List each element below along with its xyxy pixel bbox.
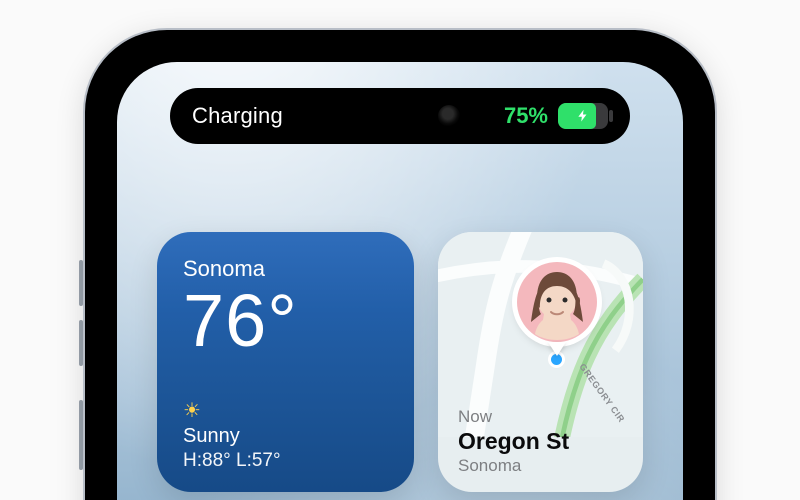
battery-readout: 75%: [504, 103, 608, 129]
weather-widget[interactable]: Sonoma 76° ☀︎ Sunny H:88° L:57°: [157, 232, 414, 492]
avatar: [517, 262, 597, 342]
phone-body: Charging 75% Sonoma 76°: [85, 30, 715, 500]
findmy-place: Oregon St: [458, 428, 569, 455]
contact-pin[interactable]: [517, 262, 597, 365]
weather-condition: Sunny: [183, 425, 281, 448]
memoji-icon: [517, 262, 597, 342]
findmy-time-label: Now: [458, 407, 569, 427]
phone-screen: Charging 75% Sonoma 76°: [117, 62, 683, 500]
front-camera-icon: [438, 105, 460, 127]
findmy-labels: Now Oregon St Sonoma: [458, 407, 569, 476]
charging-bolt-icon: [576, 107, 590, 125]
weather-high-low: H:88° L:57°: [183, 450, 281, 472]
battery-icon: [558, 103, 608, 129]
weather-temperature: 76°: [183, 284, 388, 358]
side-button: [79, 400, 83, 470]
sun-icon: ☀︎: [183, 398, 281, 423]
dynamic-island[interactable]: Charging 75%: [170, 88, 630, 144]
phone-bezel: Charging 75% Sonoma 76°: [93, 38, 707, 500]
side-button: [79, 320, 83, 366]
stage: Charging 75% Sonoma 76°: [0, 0, 800, 500]
side-button: [79, 260, 83, 306]
findmy-locality: Sonoma: [458, 456, 569, 476]
widgets-row: Sonoma 76° ☀︎ Sunny H:88° L:57°: [157, 232, 643, 492]
charging-label: Charging: [192, 103, 283, 129]
battery-percent: 75%: [504, 103, 548, 129]
findmy-widget[interactable]: GREGORY CIR: [438, 232, 643, 492]
pin-point-icon: [548, 342, 566, 356]
